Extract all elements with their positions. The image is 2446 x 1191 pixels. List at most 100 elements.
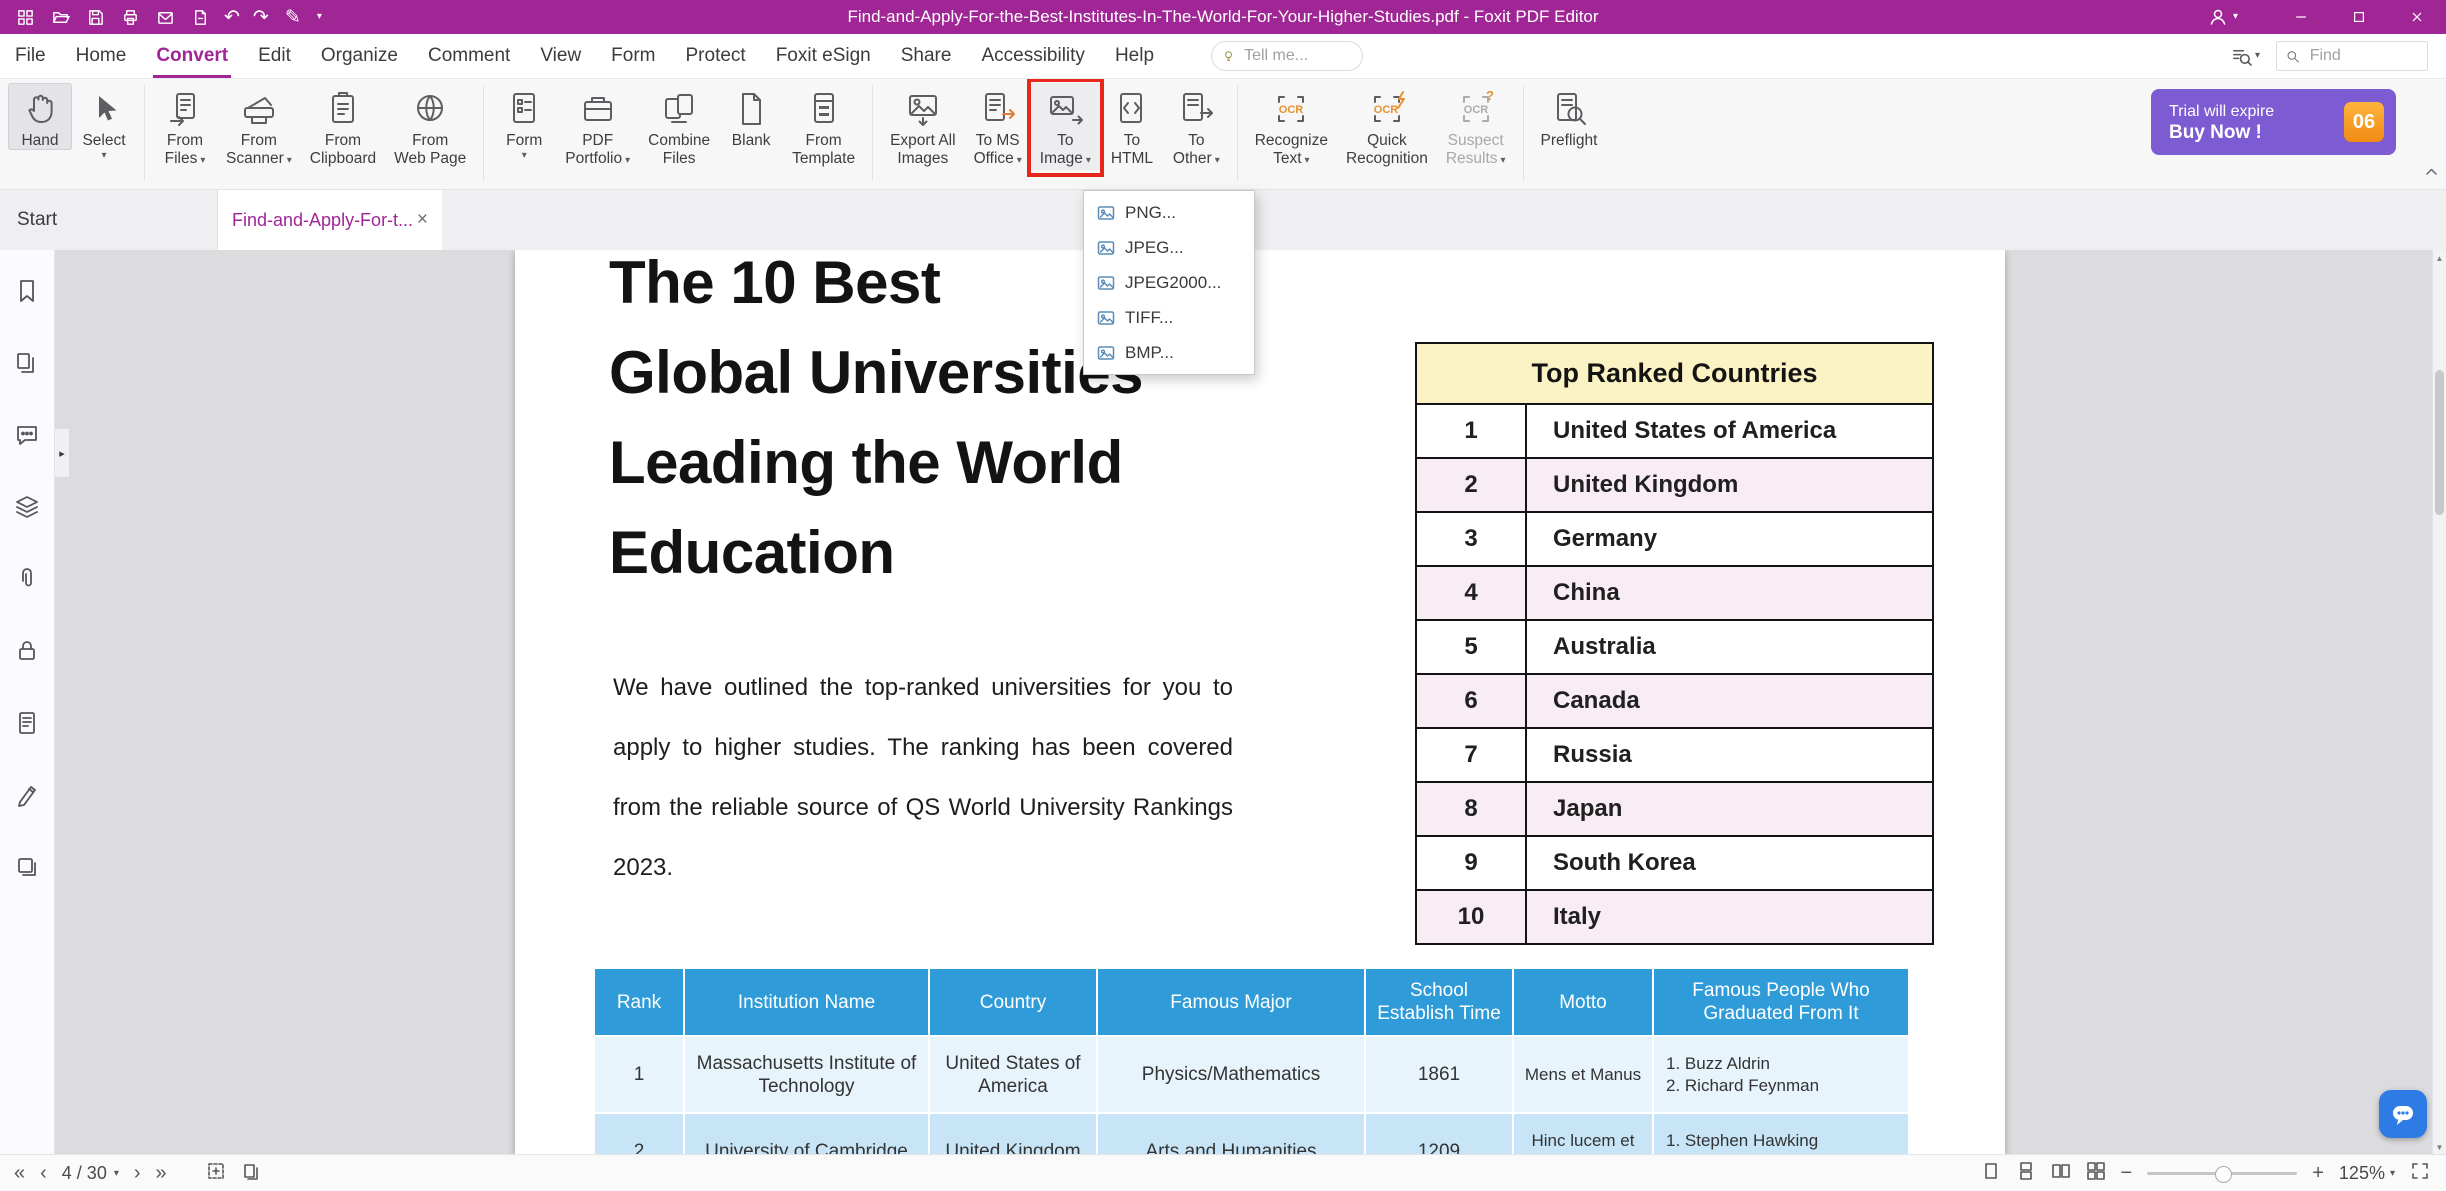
ribbon-button-quick-recognition[interactable]: OCR Quick Recognition <box>1337 83 1437 168</box>
next-page-button[interactable]: › <box>134 1163 141 1183</box>
menu-view[interactable]: View <box>525 34 596 78</box>
save-icon[interactable] <box>84 6 106 28</box>
menu-item-bmp[interactable]: BMP... <box>1084 335 1254 370</box>
menu-item-png[interactable]: PNG... <box>1084 195 1254 230</box>
scroll-up-icon[interactable]: ▲ <box>2433 251 2446 265</box>
assistant-chat-button[interactable] <box>2379 1090 2427 1138</box>
menu-edit[interactable]: Edit <box>243 34 306 78</box>
find-input[interactable] <box>2307 46 2418 66</box>
trial-banner-button[interactable]: Trial will expire Buy Now ! 06 <box>2151 89 2396 155</box>
menu-form[interactable]: Form <box>596 34 670 78</box>
menu-share[interactable]: Share <box>886 34 967 78</box>
panel-expand-handle[interactable]: ▸ <box>55 428 70 478</box>
facing-view-button[interactable] <box>2051 1161 2071 1186</box>
open-folder-icon[interactable] <box>49 6 71 28</box>
ribbon-button-from-scanner[interactable]: From Scanner ▾ <box>217 83 301 170</box>
undo-icon[interactable]: ↶ <box>224 8 240 27</box>
menu-item-jpeg2000[interactable]: JPEG2000... <box>1084 265 1254 300</box>
menu-help[interactable]: Help <box>1100 34 1169 78</box>
snapshot-button[interactable] <box>206 1161 226 1186</box>
ribbon-button-hand[interactable]: Hand <box>8 83 72 150</box>
ribbon-button-to-other[interactable]: To Other ▾ <box>1164 83 1229 170</box>
ribbon-button-form[interactable]: Form ▾ <box>492 83 556 162</box>
ribbon-button-from-files[interactable]: From Files ▾ <box>153 83 217 170</box>
menu-item-jpeg[interactable]: JPEG... <box>1084 230 1254 265</box>
zoom-level[interactable]: 125% ▾ <box>2339 1163 2395 1184</box>
fields-panel-button[interactable] <box>14 710 40 741</box>
signatures-panel-button[interactable] <box>14 782 40 813</box>
vertical-scrollbar[interactable]: ▲ ▼ <box>2432 250 2446 1155</box>
first-page-button[interactable]: « <box>14 1163 25 1183</box>
find-box[interactable] <box>2276 41 2428 71</box>
document-viewport[interactable]: The 10 Best Global Universities Leading … <box>55 250 2446 1155</box>
last-page-button[interactable]: » <box>156 1163 167 1183</box>
tell-me-search[interactable] <box>1211 41 1364 71</box>
attachments-panel-button[interactable] <box>14 566 40 597</box>
countries-row: 4 China <box>1415 565 1934 621</box>
from-template-icon <box>801 86 847 132</box>
menu-protect[interactable]: Protect <box>671 34 761 78</box>
single-page-view-button[interactable] <box>1981 1161 2001 1186</box>
fullscreen-button[interactable] <box>2410 1161 2430 1186</box>
comments-panel-button[interactable] <box>14 422 40 453</box>
menu-comment[interactable]: Comment <box>413 34 525 78</box>
advanced-search-button[interactable]: ▾ <box>2231 46 2260 67</box>
menu-file[interactable]: File <box>0 34 61 78</box>
export-doc-icon[interactable] <box>189 6 211 28</box>
page-thumbnails-panel-button[interactable] <box>14 350 40 381</box>
redo-icon[interactable]: ↷ <box>253 8 269 27</box>
tell-me-input[interactable] <box>1242 46 1353 66</box>
zoom-in-button[interactable]: + <box>2312 1162 2324 1185</box>
ribbon-button-to-html[interactable]: To HTML <box>1100 83 1164 168</box>
zoom-slider[interactable] <box>2147 1165 2298 1183</box>
previous-page-button[interactable]: ‹ <box>40 1163 47 1183</box>
countries-row: 10 Italy <box>1415 889 1934 945</box>
stamps-panel-button[interactable] <box>14 854 40 885</box>
ribbon-button-combine-files[interactable]: Combine Files <box>639 83 719 168</box>
document-paragraph: We have outlined the top-ranked universi… <box>613 674 1233 881</box>
ribbon-button-recognize-text[interactable]: OCR Recognize Text ▾ <box>1246 83 1337 170</box>
menu-organize[interactable]: Organize <box>306 34 413 78</box>
ribbon-button-select[interactable]: Select ▾ <box>72 83 136 162</box>
close-button[interactable] <box>2388 0 2446 34</box>
menu-convert[interactable]: Convert <box>141 34 243 78</box>
menu-foxit-esign[interactable]: Foxit eSign <box>761 34 886 78</box>
page-indicator[interactable]: 4 / 30 ▾ <box>62 1163 119 1184</box>
ribbon-button-from-template[interactable]: From Template <box>783 83 864 168</box>
customize-toolbar-caret-icon[interactable]: ▾ <box>317 12 322 22</box>
clipboard-pages-button[interactable] <box>242 1161 262 1186</box>
app-grid-icon[interactable] <box>14 6 36 28</box>
ribbon-button-from-web-page[interactable]: From Web Page <box>385 83 475 168</box>
bookmarks-panel-button[interactable] <box>14 278 40 309</box>
zoom-slider-thumb[interactable] <box>2215 1165 2233 1183</box>
continuous-facing-view-button[interactable] <box>2086 1161 2106 1186</box>
ribbon-button-pdf-portfolio[interactable]: PDF Portfolio ▾ <box>556 83 639 170</box>
menu-home[interactable]: Home <box>61 34 142 78</box>
ribbon-button-to-image[interactable]: To Image ▾ <box>1026 78 1104 177</box>
menu-item-tiff[interactable]: TIFF... <box>1084 300 1254 335</box>
ribbon-button-suspect-results[interactable]: OCR? Suspect Results ▾ <box>1437 83 1515 170</box>
form-icon <box>501 86 547 132</box>
ribbon-button-from-clipboard[interactable]: From Clipboard <box>301 83 385 168</box>
menu-accessibility[interactable]: Accessibility <box>966 34 1099 78</box>
continuous-view-button[interactable] <box>2016 1161 2036 1186</box>
layers-panel-button[interactable] <box>14 494 40 525</box>
ribbon-button-blank[interactable]: Blank <box>719 83 783 150</box>
zoom-out-button[interactable]: − <box>2121 1162 2133 1185</box>
email-icon[interactable] <box>154 6 176 28</box>
account-button[interactable]: ▾ <box>2208 7 2238 27</box>
security-panel-button[interactable] <box>14 638 40 669</box>
maximize-button[interactable] <box>2330 0 2388 34</box>
tab-start[interactable]: Start <box>0 190 218 250</box>
tab-close-icon[interactable]: × <box>417 209 428 231</box>
ribbon-button-export-all-images[interactable]: Export All Images <box>881 83 964 168</box>
print-icon[interactable] <box>119 6 141 28</box>
tab-document-active[interactable]: Find-and-Apply-For-t... × <box>218 190 442 250</box>
ribbon-button-to-ms-office[interactable]: To MS Office ▾ <box>965 83 1031 170</box>
ribbon-button-preflight[interactable]: Preflight <box>1532 83 1607 150</box>
minimize-button[interactable] <box>2272 0 2330 34</box>
highlight-pen-icon[interactable]: ✎ <box>282 6 304 28</box>
scroll-down-icon[interactable]: ▼ <box>2433 1140 2446 1154</box>
ribbon-collapse-button[interactable] <box>2424 165 2439 185</box>
scrollbar-thumb[interactable] <box>2435 370 2444 515</box>
